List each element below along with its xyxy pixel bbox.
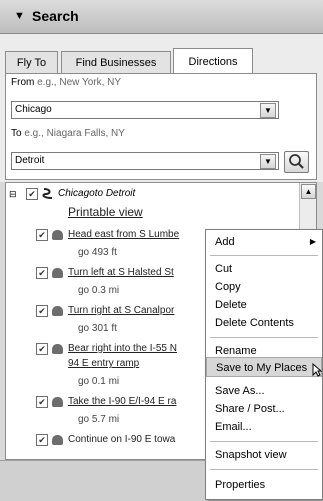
step-checkbox[interactable]: ✔ [36,229,48,241]
context-menu: Add ▶ Cut Copy Delete Delete Contents Ren… [205,229,323,500]
car-icon [52,230,63,240]
directions-form: From e.g., New York, NY Chicago ▼ To e.g… [5,74,317,180]
step-checkbox[interactable]: ✔ [36,343,48,355]
car-icon [52,344,63,354]
route-icon [42,188,53,199]
tab-fly-to[interactable]: Fly To [5,51,58,73]
printable-view-row: Printable view [6,205,316,221]
search-button[interactable] [284,151,309,173]
step-instruction[interactable]: Turn left at S Halsted St [68,267,174,278]
tab-find-businesses[interactable]: Find Businesses [61,51,171,73]
menu-item-save-to-my-places[interactable]: Save to My Places [206,357,322,377]
step-checkbox[interactable]: ✔ [36,434,48,446]
menu-item-cut[interactable]: Cut [206,259,322,279]
search-body: Fly To Find Businesses Directions From e… [0,34,323,182]
menu-item-add[interactable]: Add ▶ [206,232,322,252]
step-checkbox[interactable]: ✔ [36,267,48,279]
car-icon [52,435,63,445]
car-icon [52,306,63,316]
menu-separator [210,255,318,256]
step-distance: go 5.7 mi [78,414,120,425]
step-checkbox[interactable]: ✔ [36,305,48,317]
from-label: From e.g., New York, NY [11,77,122,88]
tree-expander-icon[interactable]: ⊟ [9,189,17,200]
menu-item-delete-contents[interactable]: Delete Contents [206,313,322,333]
chevron-down-icon[interactable]: ▼ [260,103,276,118]
search-icon [289,154,304,169]
step-instruction[interactable]: Take the I-90 E/I-94 E ra [68,396,176,407]
printable-view-link[interactable]: Printable view [68,205,143,219]
menu-item-share-post[interactable]: Share / Post... [206,399,322,419]
step-distance: go 0.3 mi [78,285,120,296]
car-icon [52,268,63,278]
menu-item-snapshot-view[interactable]: Snapshot view [206,445,322,465]
step-distance: go 0.1 mi [78,376,120,387]
route-header-row[interactable]: ⊟ ✔ Chicagoto Detroit [6,187,316,203]
chevron-down-icon[interactable]: ▼ [260,154,276,169]
step-instruction[interactable]: Head east from S Lumbe [68,229,179,240]
route-title: Chicagoto Detroit [58,188,136,199]
scroll-up-icon[interactable]: ▲ [301,184,316,199]
menu-item-properties[interactable]: Properties [206,475,322,495]
from-input[interactable]: Chicago ▼ [11,101,279,119]
menu-item-copy[interactable]: Copy [206,277,322,297]
step-instruction[interactable]: Turn right at S Canalpor [68,305,174,316]
search-panel-header[interactable]: ▼ Search [0,0,323,34]
step-checkbox[interactable]: ✔ [36,396,48,408]
menu-item-email[interactable]: Email... [206,417,322,437]
submenu-arrow-icon: ▶ [309,237,316,246]
collapse-triangle-icon[interactable]: ▼ [14,10,25,22]
menu-separator [210,441,318,442]
step-instruction-cont[interactable]: 94 E entry ramp [68,358,139,369]
route-checkbox[interactable]: ✔ [26,188,38,200]
car-icon [52,397,63,407]
search-title: Search [32,8,79,24]
menu-separator [210,469,318,470]
to-input[interactable]: Detroit ▼ [11,152,279,170]
menu-item-save-as[interactable]: Save As... [206,381,322,401]
mouse-cursor-icon [312,363,322,377]
step-distance: go 493 ft [78,247,117,258]
step-instruction[interactable]: Continue on I-90 E towa [68,434,175,445]
step-instruction[interactable]: Bear right into the I-55 N [68,343,177,354]
to-label: To e.g., Niagara Falls, NY [11,128,125,139]
menu-item-delete[interactable]: Delete [206,295,322,315]
step-distance: go 301 ft [78,323,117,334]
menu-separator [210,337,318,338]
tab-directions[interactable]: Directions [173,48,253,74]
